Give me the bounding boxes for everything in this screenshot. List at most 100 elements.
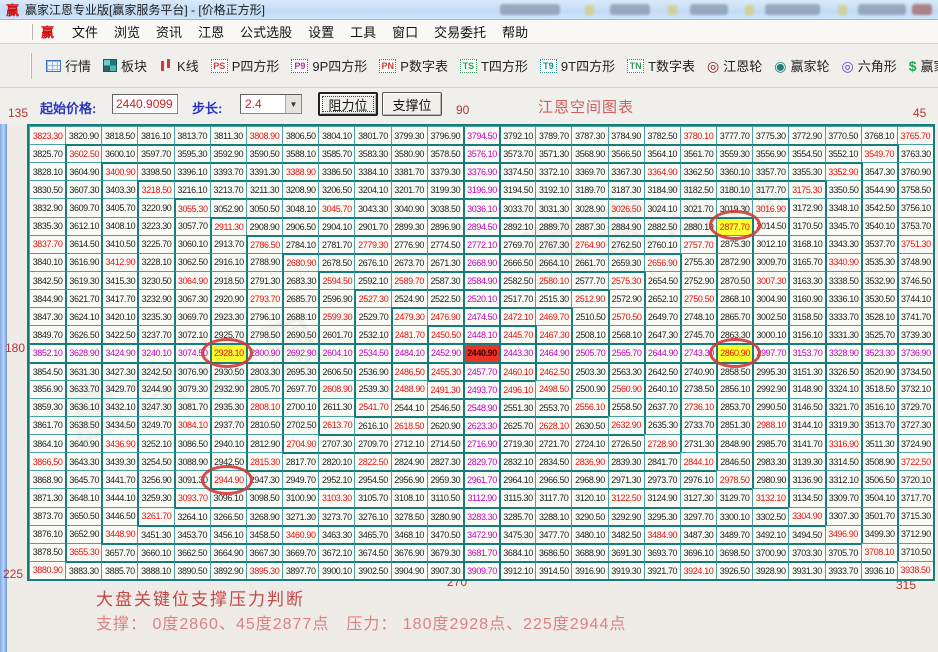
price-cell: 3734.50 — [896, 361, 933, 380]
menu-item-6[interactable]: 工具 — [342, 20, 384, 43]
toolbar-item-9[interactable]: ◎ 江恩轮 — [701, 53, 768, 78]
price-cell: 3355.30 — [788, 162, 825, 181]
price-cell: 2793.70 — [245, 289, 283, 308]
menu-item-1[interactable]: 浏览 — [106, 20, 148, 43]
price-cell: 3772.90 — [788, 126, 825, 145]
toolbar-item-3[interactable]: PS P四方形 — [205, 53, 286, 78]
price-cell: 2736.10 — [679, 397, 717, 416]
price-cell: 2829.70 — [462, 452, 500, 471]
price-cell: 2808.10 — [245, 397, 283, 416]
price-cell: 2872.90 — [716, 252, 753, 271]
start-price-input[interactable] — [112, 94, 178, 114]
toolbar-item-5[interactable]: PN P数字表 — [373, 53, 454, 78]
price-cell: 3559.30 — [716, 144, 753, 163]
price-cell: 3141.70 — [788, 434, 825, 453]
price-cell: 2582.50 — [499, 270, 536, 290]
price-cell: 2995.30 — [752, 361, 789, 380]
price-cell: 3362.50 — [679, 162, 717, 181]
price-cell: 3012.10 — [752, 234, 789, 253]
price-cell: 3216.10 — [173, 180, 210, 199]
price-cell: 3789.70 — [535, 126, 572, 145]
price-cell: 2563.30 — [607, 361, 644, 380]
price-cell: 3045.70 — [318, 198, 355, 217]
menu-item-8[interactable]: 交易委托 — [426, 20, 494, 43]
price-cell: 2515.30 — [535, 289, 572, 308]
price-cell: 2724.10 — [571, 434, 608, 453]
toolbar-item-1[interactable]: 板块 — [97, 53, 153, 78]
price-cell: 3614.50 — [65, 234, 102, 253]
toolbar-item-12[interactable]: $赢家服务 — [903, 53, 938, 78]
price-cell: 2702.50 — [282, 415, 319, 435]
background-window-artifact — [745, 5, 754, 15]
price-cell: 3724.90 — [896, 434, 933, 453]
toolbar-item-0[interactable]: 行情 — [40, 53, 97, 78]
price-cell: 2781.70 — [318, 234, 355, 253]
price-cell: 3868.90 — [29, 470, 66, 489]
price-cell: 3626.50 — [65, 325, 102, 344]
price-cell: 3165.70 — [788, 252, 825, 271]
price-cell: 2652.10 — [643, 289, 680, 308]
toolbar-item-6[interactable]: TS T四方形 — [454, 53, 534, 78]
price-cell: 2505.70 — [571, 343, 608, 362]
price-cell: 2637.70 — [643, 397, 680, 416]
price-cell: 2769.70 — [499, 234, 536, 253]
chevron-down-icon[interactable]: ▼ — [285, 95, 301, 113]
price-cell: 3398.50 — [137, 162, 174, 181]
menu-item-0[interactable]: 文件 — [64, 20, 106, 43]
toolbar-item-label: T四方形 — [480, 59, 528, 74]
angle-label-45: 45 — [913, 106, 927, 120]
price-cell: 2796.10 — [245, 307, 283, 326]
price-cell: 3081.70 — [173, 397, 210, 416]
menu-item-2[interactable]: 资讯 — [148, 20, 190, 43]
price-cell: 2452.90 — [426, 343, 463, 362]
toolbar-item-2[interactable]: K线 — [153, 53, 205, 78]
price-cell: 2520.10 — [462, 289, 500, 308]
price-cell: 2656.90 — [643, 252, 680, 271]
step-combobox[interactable]: 2.4 ▼ — [240, 94, 302, 114]
menu-item-3[interactable]: 江恩 — [190, 20, 232, 43]
pn-badge-icon: PN — [379, 58, 397, 73]
price-cell: 3604.90 — [65, 162, 102, 181]
title-bar: 赢 赢家江恩专业版[赢家服务平台] - [价格正方形] — [0, 0, 938, 20]
price-cell: 3705.70 — [824, 542, 861, 561]
menu-item-5[interactable]: 设置 — [300, 20, 342, 43]
toolbar-item-10[interactable]: ◉ 赢家轮 — [768, 53, 835, 78]
support-button[interactable]: 支撑位 — [382, 92, 442, 116]
price-cell: 3388.90 — [282, 162, 319, 181]
price-cell: 2913.70 — [209, 234, 246, 253]
menubar-drag-handle[interactable] — [30, 23, 33, 40]
price-cell: 2712.10 — [390, 434, 427, 453]
price-cell: 3062.50 — [173, 252, 210, 271]
price-cell: 3530.50 — [860, 289, 897, 308]
price-cell: 2812.90 — [245, 434, 283, 453]
price-cell: 2512.90 — [571, 289, 608, 308]
menu-item-4[interactable]: 公式选股 — [232, 20, 300, 43]
price-cell: 3518.50 — [860, 379, 897, 398]
price-cell: 2464.90 — [535, 343, 572, 362]
price-cell: 2959.30 — [426, 470, 463, 489]
price-cell: 2623.30 — [462, 415, 500, 435]
price-cell: 2460.10 — [499, 361, 536, 380]
menu-item-9[interactable]: 帮助 — [494, 20, 536, 43]
price-cell: 3931.30 — [788, 560, 825, 579]
price-cell: 2599.30 — [318, 307, 355, 326]
toolbar-item-7[interactable]: T9 9T四方形 — [534, 53, 621, 78]
price-cell: 3465.70 — [354, 524, 391, 543]
toolbar-item-11[interactable]: ◎ 六角形 — [836, 53, 903, 78]
resistance-button[interactable]: 阻力位 — [318, 92, 378, 116]
price-cell: 3624.10 — [65, 307, 102, 326]
toolbar-drag-handle[interactable] — [30, 52, 32, 79]
price-cell: 2822.50 — [354, 452, 391, 471]
toolbar-item-8[interactable]: TN T数字表 — [621, 53, 701, 78]
price-cell: 3206.50 — [318, 180, 355, 199]
menu-item-7[interactable]: 窗口 — [384, 20, 426, 43]
price-cell: 3019.30 — [716, 198, 753, 217]
price-cell: 2560.90 — [607, 379, 644, 398]
price-cell: 3237.70 — [137, 325, 174, 344]
price-cell: 3129.70 — [716, 488, 753, 507]
price-cell: 2685.70 — [282, 289, 319, 308]
toolbar-item-4[interactable]: P9 9P四方形 — [285, 53, 373, 78]
price-cell: 3448.90 — [101, 524, 138, 543]
price-cell: 3028.90 — [571, 198, 608, 217]
price-cell: 3823.30 — [29, 126, 66, 145]
